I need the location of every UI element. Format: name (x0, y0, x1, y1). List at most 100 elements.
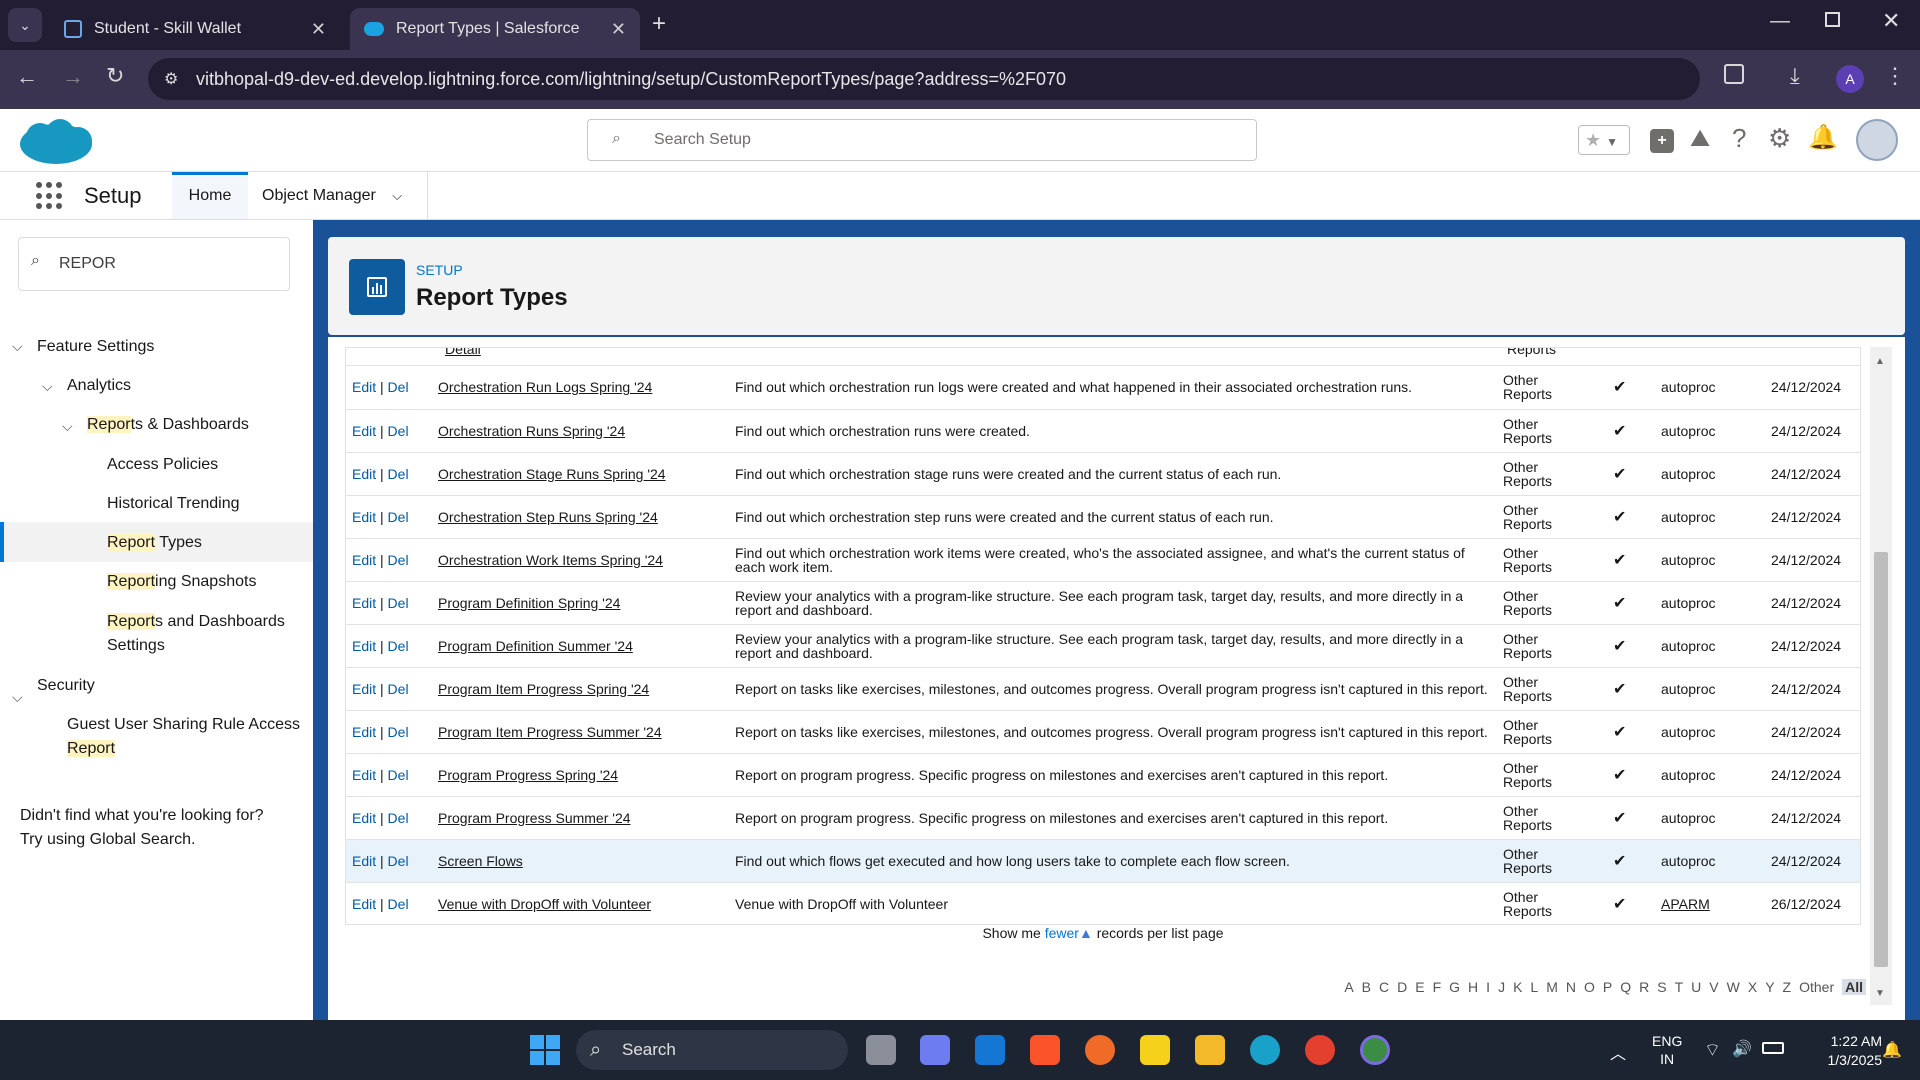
edit-link[interactable]: Edit (352, 853, 376, 869)
alphabet-letter[interactable]: Y (1765, 979, 1774, 995)
report-type-name-link[interactable]: Program Progress Spring '24 (438, 767, 618, 783)
alphabet-letter[interactable]: X (1748, 979, 1757, 995)
tab-home[interactable]: Home (172, 172, 248, 219)
alphabet-letter[interactable]: T (1675, 979, 1684, 995)
report-type-name-link[interactable]: Venue with DropOff with Volunteer (438, 896, 651, 912)
search-setup-input[interactable]: ⌕ Search Setup (587, 119, 1257, 161)
delete-link[interactable]: Del (388, 810, 409, 826)
global-actions-icon[interactable]: + (1650, 129, 1674, 153)
close-icon[interactable]: ✕ (311, 19, 326, 40)
edit-link[interactable]: Edit (352, 724, 376, 740)
delete-link[interactable]: Del (388, 853, 409, 869)
delete-link[interactable]: Del (388, 595, 409, 611)
chevron-down-icon[interactable]: ⌵ (12, 689, 23, 706)
partial-row-name[interactable]: Detail (445, 348, 481, 357)
setup-gear-icon[interactable]: ⚙ (1768, 123, 1791, 154)
back-icon[interactable]: ← (16, 64, 38, 90)
edit-link[interactable]: Edit (352, 638, 376, 654)
quick-find-input[interactable]: ⌕ REPOR (18, 237, 290, 291)
help-icon[interactable]: ? (1732, 123, 1746, 154)
alphabet-letter[interactable]: P (1603, 979, 1612, 995)
alphabet-letter[interactable]: M (1546, 979, 1558, 995)
new-tab-button[interactable]: + (652, 10, 666, 38)
clock[interactable]: 1:22 AM 1/3/2025 (1800, 1032, 1883, 1070)
forward-icon[interactable]: → (62, 64, 84, 90)
tree-feature-settings[interactable]: Feature Settings (37, 335, 154, 359)
chrome-icon[interactable] (1305, 1035, 1335, 1065)
alphabet-letter[interactable]: H (1468, 979, 1478, 995)
created-by[interactable]: APARM (1661, 896, 1710, 912)
alphabet-letter[interactable]: D (1397, 979, 1407, 995)
scroll-down-icon[interactable]: ▼ (1875, 988, 1885, 999)
edit-link[interactable]: Edit (352, 896, 376, 912)
alphabet-letter[interactable]: B (1362, 979, 1371, 995)
salesforce-logo[interactable] (18, 117, 94, 169)
alphabet-letter[interactable]: L (1530, 979, 1538, 995)
edit-link[interactable]: Edit (352, 810, 376, 826)
report-type-name-link[interactable]: Program Definition Summer '24 (438, 638, 633, 654)
user-avatar[interactable] (1856, 119, 1898, 161)
favorites-star-icon[interactable]: ★ ▼ (1578, 125, 1630, 155)
tree-reports-dashboards-settings[interactable]: Reports and Dashboards Settings (107, 610, 285, 658)
chevron-up-icon[interactable]: ︿ (1610, 1040, 1626, 1064)
tree-security[interactable]: Security (37, 674, 95, 698)
edit-link[interactable]: Edit (352, 466, 376, 482)
language-indicator[interactable]: ENG IN (1652, 1032, 1682, 1068)
alphabet-letter[interactable]: U (1691, 979, 1701, 995)
triangle-up-icon[interactable]: ▲ (1079, 925, 1093, 941)
windows-start-icon[interactable] (530, 1035, 560, 1065)
report-type-name-link[interactable]: Program Definition Spring '24 (438, 595, 620, 611)
delete-link[interactable]: Del (388, 681, 409, 697)
tab-object-manager[interactable]: Object Manager ⌵ (248, 172, 428, 219)
chevron-down-icon[interactable]: ⌵ (42, 378, 53, 395)
brave-icon[interactable] (1030, 1035, 1060, 1065)
tree-guest-user-sharing[interactable]: Guest User Sharing Rule Access Report (67, 713, 300, 761)
alphabet-letter[interactable]: C (1379, 979, 1389, 995)
alphabet-letter[interactable]: S (1657, 979, 1666, 995)
file-explorer-icon[interactable] (1195, 1035, 1225, 1065)
delete-link[interactable]: Del (388, 767, 409, 783)
edit-link[interactable]: Edit (352, 379, 376, 395)
delete-link[interactable]: Del (388, 552, 409, 568)
delete-link[interactable]: Del (388, 638, 409, 654)
volume-icon[interactable]: 🔊 (1732, 1039, 1752, 1059)
alphabet-letter[interactable]: Q (1620, 979, 1631, 995)
chevron-down-icon[interactable]: ⌵ (62, 418, 73, 435)
reload-icon[interactable]: ↻ (106, 63, 124, 89)
tree-analytics[interactable]: Analytics (67, 374, 131, 398)
report-type-name-link[interactable]: Orchestration Step Runs Spring '24 (438, 509, 658, 525)
chevron-down-icon[interactable]: ⌵ (392, 188, 402, 203)
alphabet-letter[interactable]: I (1486, 979, 1490, 995)
alphabet-letter[interactable]: Other (1799, 979, 1834, 995)
download-icon[interactable]: ⤓ (1790, 63, 1800, 89)
app-launcher-icon[interactable] (36, 182, 64, 210)
site-info-icon[interactable]: ⚙ (164, 69, 178, 89)
alphabet-letter[interactable]: O (1584, 979, 1595, 995)
minimize-button[interactable]: — (1770, 10, 1790, 33)
menu-kebab-icon[interactable]: ⋮ (1884, 63, 1906, 89)
tab-skill-wallet[interactable]: Student - Skill Wallet ✕ (50, 8, 340, 50)
close-icon[interactable]: ✕ (611, 19, 626, 40)
delete-link[interactable]: Del (388, 509, 409, 525)
tab-list-button[interactable]: ⌄ (8, 8, 42, 42)
report-type-name-link[interactable]: Orchestration Run Logs Spring '24 (438, 379, 652, 395)
edit-link[interactable]: Edit (352, 552, 376, 568)
chrome-profile-icon[interactable] (1360, 1035, 1390, 1065)
task-view-icon[interactable] (866, 1035, 896, 1065)
scroll-up-icon[interactable]: ▲ (1875, 356, 1885, 367)
report-type-name-link[interactable]: Orchestration Runs Spring '24 (438, 423, 625, 439)
edit-link[interactable]: Edit (352, 767, 376, 783)
tree-historical-trending[interactable]: Historical Trending (107, 492, 240, 516)
alphabet-letter[interactable]: E (1415, 979, 1424, 995)
tree-report-types[interactable]: Report Types (107, 531, 202, 555)
delete-link[interactable]: Del (388, 896, 409, 912)
edge-icon[interactable] (1250, 1035, 1280, 1065)
delete-link[interactable]: Del (388, 466, 409, 482)
restore-button[interactable] (1825, 12, 1840, 27)
outlook-icon[interactable] (975, 1035, 1005, 1065)
alphabet-letter[interactable]: Z (1783, 979, 1792, 995)
trailhead-icon[interactable]: ⛰ (1690, 125, 1710, 153)
alphabet-letter[interactable]: J (1498, 979, 1505, 995)
notifications-bell-icon[interactable]: 🔔 (1808, 123, 1838, 152)
alphabet-letter[interactable]: A (1344, 979, 1353, 995)
